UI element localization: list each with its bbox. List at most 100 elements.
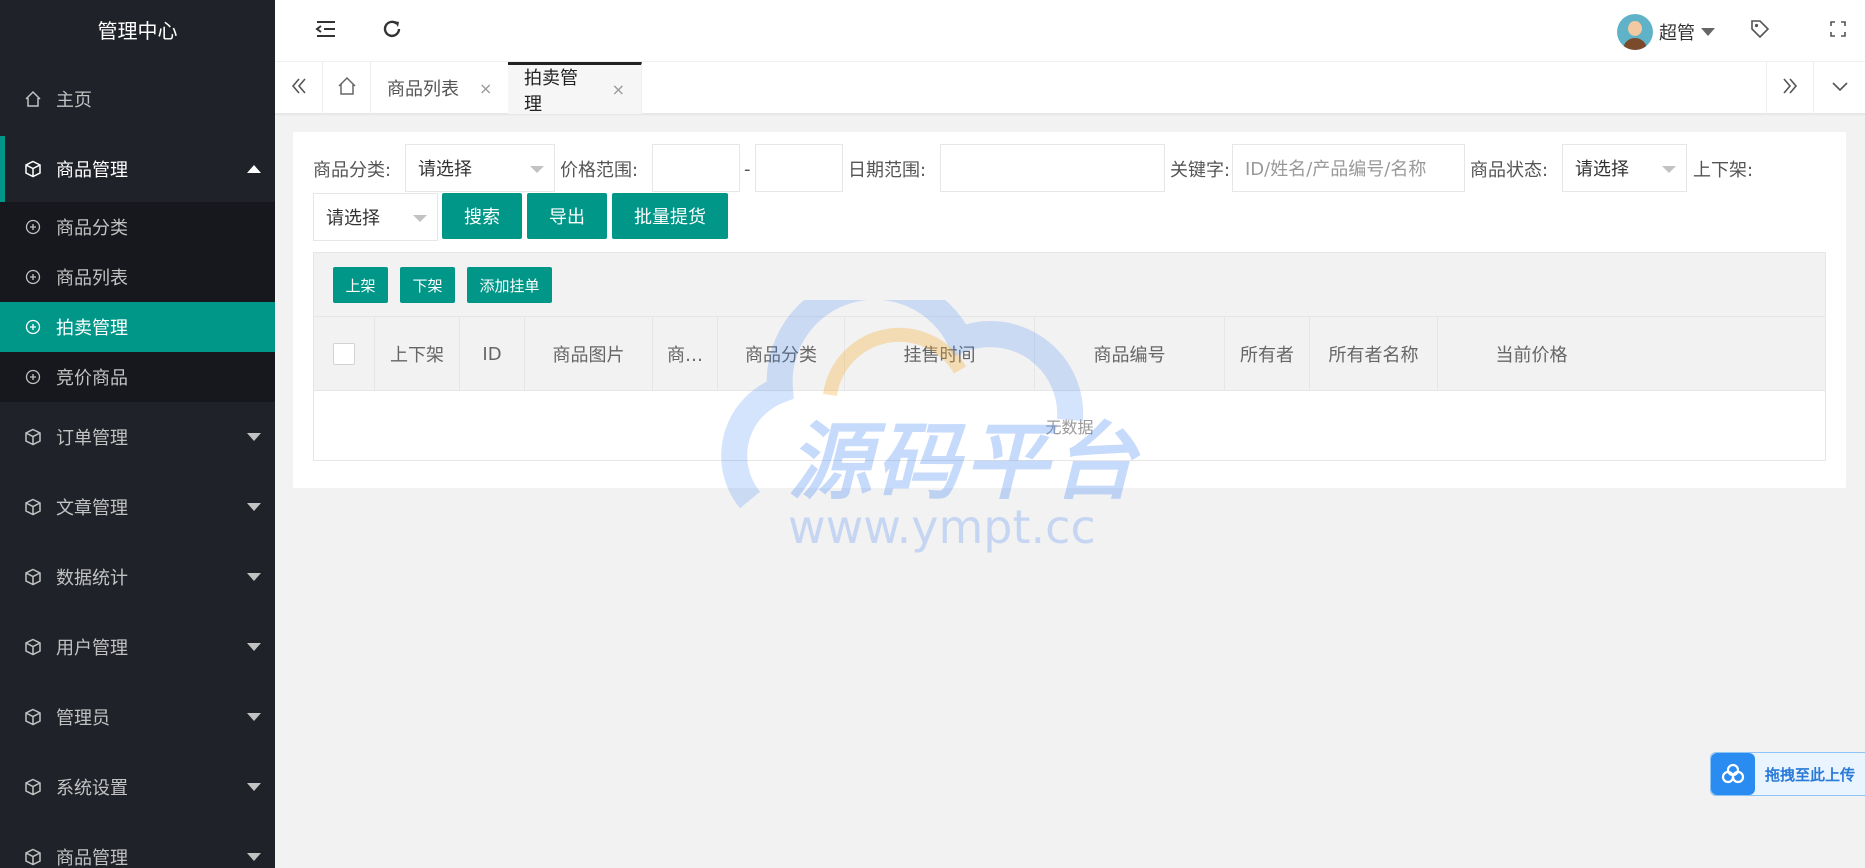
empty-message: 无数据 [1045, 418, 1094, 437]
fullscreen-button[interactable] [1823, 16, 1853, 46]
chevron-down-icon [247, 853, 261, 861]
sidebar-item-label: 系统设置 [56, 778, 128, 799]
top-header: 超管 [275, 0, 1865, 62]
tab-label: 拍卖管理 [524, 67, 578, 115]
sidebar-item-stats[interactable]: 数据统计 [0, 542, 275, 612]
cube-icon [24, 160, 42, 178]
column-header[interactable]: 商品分类 [718, 317, 845, 391]
double-chevron-right-icon [1781, 77, 1799, 100]
home-icon [24, 90, 42, 108]
column-header[interactable]: 所有者 [1225, 317, 1310, 391]
status-label: 商品状态: [1470, 160, 1549, 181]
select-all-cell [314, 317, 375, 391]
chevron-down-icon [1831, 77, 1849, 100]
sidebar-subitem-category[interactable]: 商品分类 [0, 202, 275, 252]
tabs-scroll-left-button[interactable] [275, 62, 323, 114]
tabs-scroll-right-button[interactable] [1766, 62, 1814, 114]
sidebar: 管理中心 主页 商品管理 商品分类 商品列表 拍卖管理 竞价商品 订单管理 文章… [0, 0, 275, 868]
column-header[interactable]: 上下架 [375, 317, 460, 391]
double-chevron-left-icon [290, 77, 308, 100]
sidebar-subitem-label: 商品分类 [56, 218, 128, 239]
chevron-down-icon [247, 783, 261, 791]
sidebar-item-goods-2[interactable]: 商品管理 [0, 822, 275, 868]
sidebar-item-articles[interactable]: 文章管理 [0, 472, 275, 542]
date-label: 日期范围: [848, 160, 927, 181]
shelf-select-value: 请选择 [326, 208, 380, 229]
status-select[interactable]: 请选择 [1562, 144, 1687, 192]
sidebar-item-orders[interactable]: 订单管理 [0, 402, 275, 472]
search-button[interactable]: 搜索 [442, 193, 522, 239]
chevron-down-icon [413, 215, 427, 222]
sidebar-item-goods[interactable]: 商品管理 [0, 136, 275, 202]
tab-home[interactable] [323, 62, 371, 114]
chevron-down-icon [247, 713, 261, 721]
select-all-checkbox[interactable] [333, 343, 355, 365]
user-menu[interactable]: 超管 [1617, 14, 1715, 50]
shelve-button[interactable]: 上架 [333, 267, 388, 303]
brand-title: 管理中心 [0, 0, 275, 62]
upload-label: 拖拽至此上传 [1765, 765, 1856, 784]
cube-icon [24, 498, 42, 516]
batch-pickup-button[interactable]: 批量提货 [612, 193, 728, 239]
sidebar-item-label: 商品管理 [56, 160, 128, 181]
fullscreen-icon [1829, 20, 1847, 43]
column-header[interactable]: 所有者名称 [1310, 317, 1438, 391]
tabs-menu-button[interactable] [1816, 62, 1864, 114]
plus-circle-icon [24, 218, 42, 236]
export-button[interactable]: 导出 [527, 193, 607, 239]
chevron-down-icon [247, 433, 261, 441]
shelf-select[interactable]: 请选择 [313, 193, 438, 241]
sidebar-subitem-list[interactable]: 商品列表 [0, 252, 275, 302]
chevron-down-icon [247, 643, 261, 651]
chevron-up-icon [247, 165, 261, 173]
sidebar-item-label: 主页 [56, 90, 92, 111]
keyword-placeholder: ID/姓名/产品编号/名称 [1245, 159, 1427, 180]
price-min-input[interactable] [652, 144, 740, 192]
plus-circle-icon [24, 368, 42, 386]
refresh-button[interactable] [377, 16, 407, 46]
chevron-down-icon [247, 503, 261, 511]
chevron-down-icon [247, 573, 261, 581]
cube-icon [24, 708, 42, 726]
chevron-down-icon [1701, 28, 1715, 36]
column-header[interactable]: ID [460, 317, 525, 391]
tag-icon [1749, 18, 1771, 45]
cube-icon [24, 428, 42, 446]
table-header: 上下架 ID 商品图片 商… 商品分类 挂售时间 商品编号 所有者 所有者名称 … [314, 317, 1825, 391]
add-listing-button[interactable]: 添加挂单 [467, 267, 552, 303]
sidebar-subitem-auction[interactable]: 拍卖管理 [0, 302, 275, 352]
table-toolbar: 上架 下架 添加挂单 [314, 253, 1825, 317]
category-select[interactable]: 请选择 [405, 144, 555, 192]
menu-toggle-button[interactable] [311, 16, 341, 46]
keyword-input[interactable]: ID/姓名/产品编号/名称 [1232, 144, 1465, 192]
sidebar-item-users[interactable]: 用户管理 [0, 612, 275, 682]
sidebar-item-label: 数据统计 [56, 568, 128, 589]
drag-upload-widget[interactable]: 拖拽至此上传 [1710, 752, 1865, 796]
price-max-input[interactable] [755, 144, 843, 192]
sidebar-item-settings[interactable]: 系统设置 [0, 752, 275, 822]
sidebar-item-admins[interactable]: 管理员 [0, 682, 275, 752]
cube-icon [24, 568, 42, 586]
plus-circle-icon [24, 318, 42, 336]
sidebar-item-label: 商品管理 [56, 848, 128, 868]
chevron-down-icon [530, 166, 544, 173]
refresh-icon [381, 18, 403, 45]
close-icon[interactable]: × [479, 79, 492, 98]
cube-icon [24, 848, 42, 866]
tag-button[interactable] [1745, 16, 1775, 46]
column-header[interactable]: 当前价格 [1438, 317, 1625, 391]
column-header[interactable]: 商品图片 [525, 317, 653, 391]
sidebar-subitem-bidding[interactable]: 竞价商品 [0, 352, 275, 402]
column-header[interactable]: 商… [653, 317, 718, 391]
price-label: 价格范围: [560, 160, 639, 181]
tab-auction[interactable]: 拍卖管理 × [508, 62, 642, 115]
date-range-input[interactable] [940, 144, 1165, 192]
sidebar-item-label: 用户管理 [56, 638, 128, 659]
cube-icon [24, 778, 42, 796]
unshelve-button[interactable]: 下架 [400, 267, 455, 303]
sidebar-item-home[interactable]: 主页 [0, 62, 275, 136]
sidebar-subitem-label: 拍卖管理 [56, 318, 128, 339]
column-header[interactable]: 挂售时间 [845, 317, 1035, 391]
close-icon[interactable]: × [612, 80, 625, 99]
column-header[interactable]: 商品编号 [1035, 317, 1225, 391]
